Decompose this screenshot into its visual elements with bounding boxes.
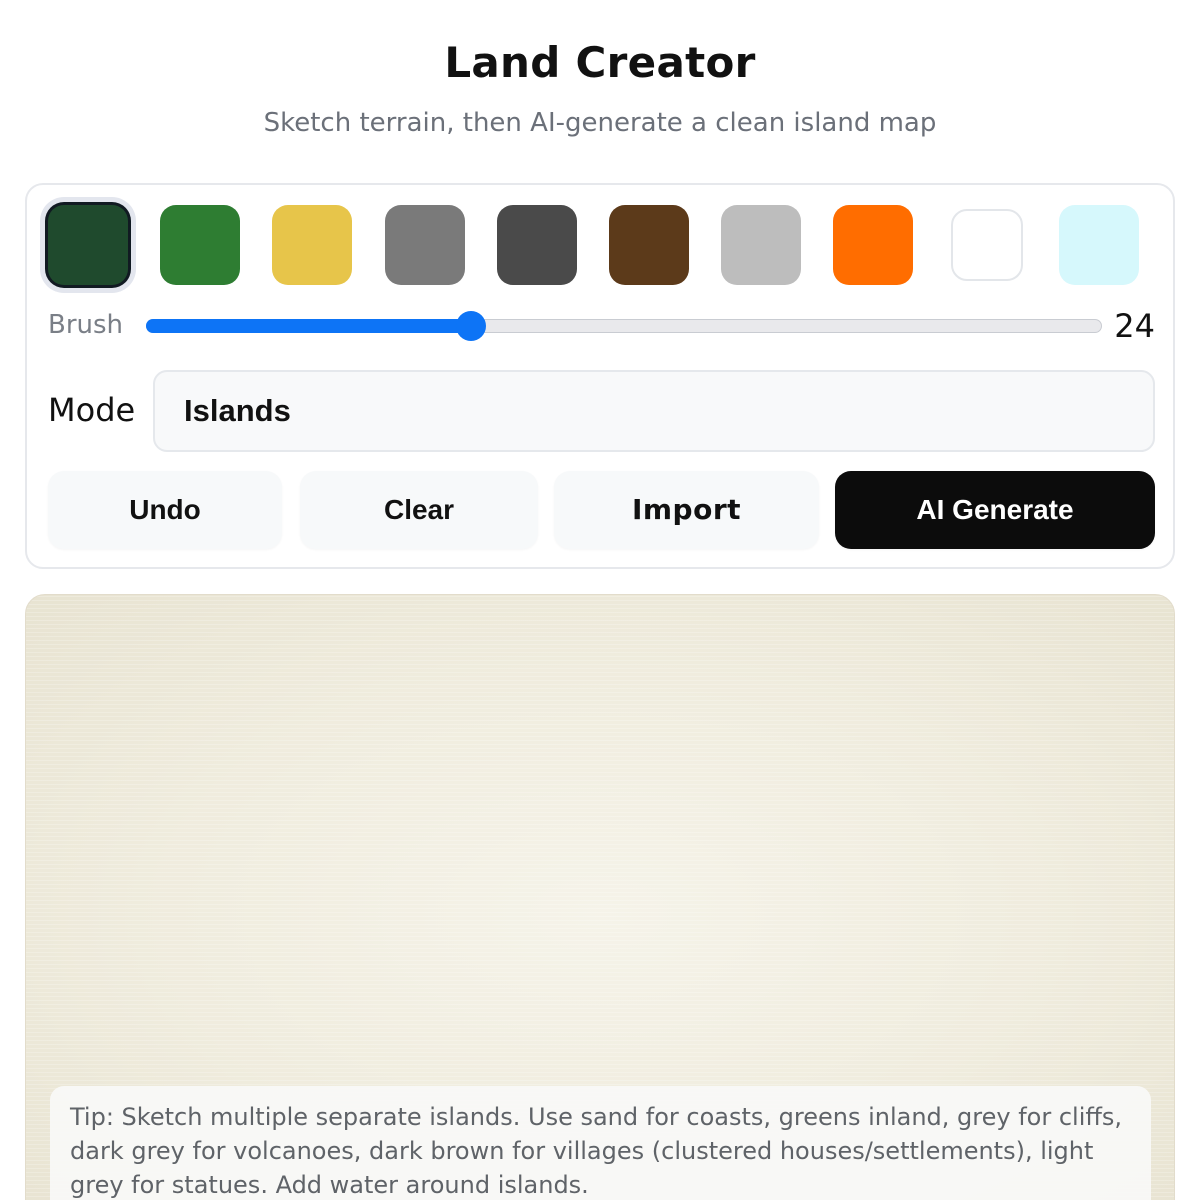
swatch-sand[interactable]	[272, 205, 352, 285]
page-subtitle: Sketch terrain, then AI-generate a clean…	[263, 108, 937, 138]
import-button[interactable]: Import	[554, 471, 819, 549]
brush-size-value: 24	[1114, 307, 1155, 345]
import-button-label: Import	[631, 493, 742, 526]
swatch-dark-green[interactable]	[48, 205, 128, 285]
swatch-dark-grey[interactable]	[497, 205, 577, 285]
slider-thumb[interactable]	[456, 311, 487, 341]
brush-size-slider[interactable]	[146, 311, 1102, 341]
undo-button[interactable]: Undo	[48, 471, 282, 549]
drawing-canvas[interactable]: Tip: Sketch multiple separate islands. U…	[25, 594, 1175, 1200]
swatch-green[interactable]	[160, 205, 240, 285]
brush-label: Brush	[48, 310, 124, 340]
swatch-light-grey[interactable]	[721, 205, 801, 285]
ai-generate-button[interactable]: AI Generate	[835, 471, 1155, 549]
swatch-grey[interactable]	[385, 205, 465, 285]
tool-panel: Brush 24 Mode Islands Undo Clear Import …	[25, 183, 1175, 569]
swatch-light-cyan[interactable]	[1059, 205, 1139, 285]
clear-button[interactable]: Clear	[300, 471, 538, 549]
tip-text: Tip: Sketch multiple separate islands. U…	[50, 1086, 1151, 1200]
swatch-white[interactable]	[951, 209, 1023, 281]
swatch-orange[interactable]	[833, 205, 913, 285]
mode-label: Mode	[48, 391, 136, 429]
page-title: Land Creator	[444, 38, 756, 87]
swatch-dark-brown[interactable]	[609, 205, 689, 285]
land-creator-page: Land Creator Sketch terrain, then AI-gen…	[0, 0, 1200, 1200]
mode-select[interactable]: Islands	[153, 370, 1155, 452]
slider-fill	[146, 319, 472, 333]
